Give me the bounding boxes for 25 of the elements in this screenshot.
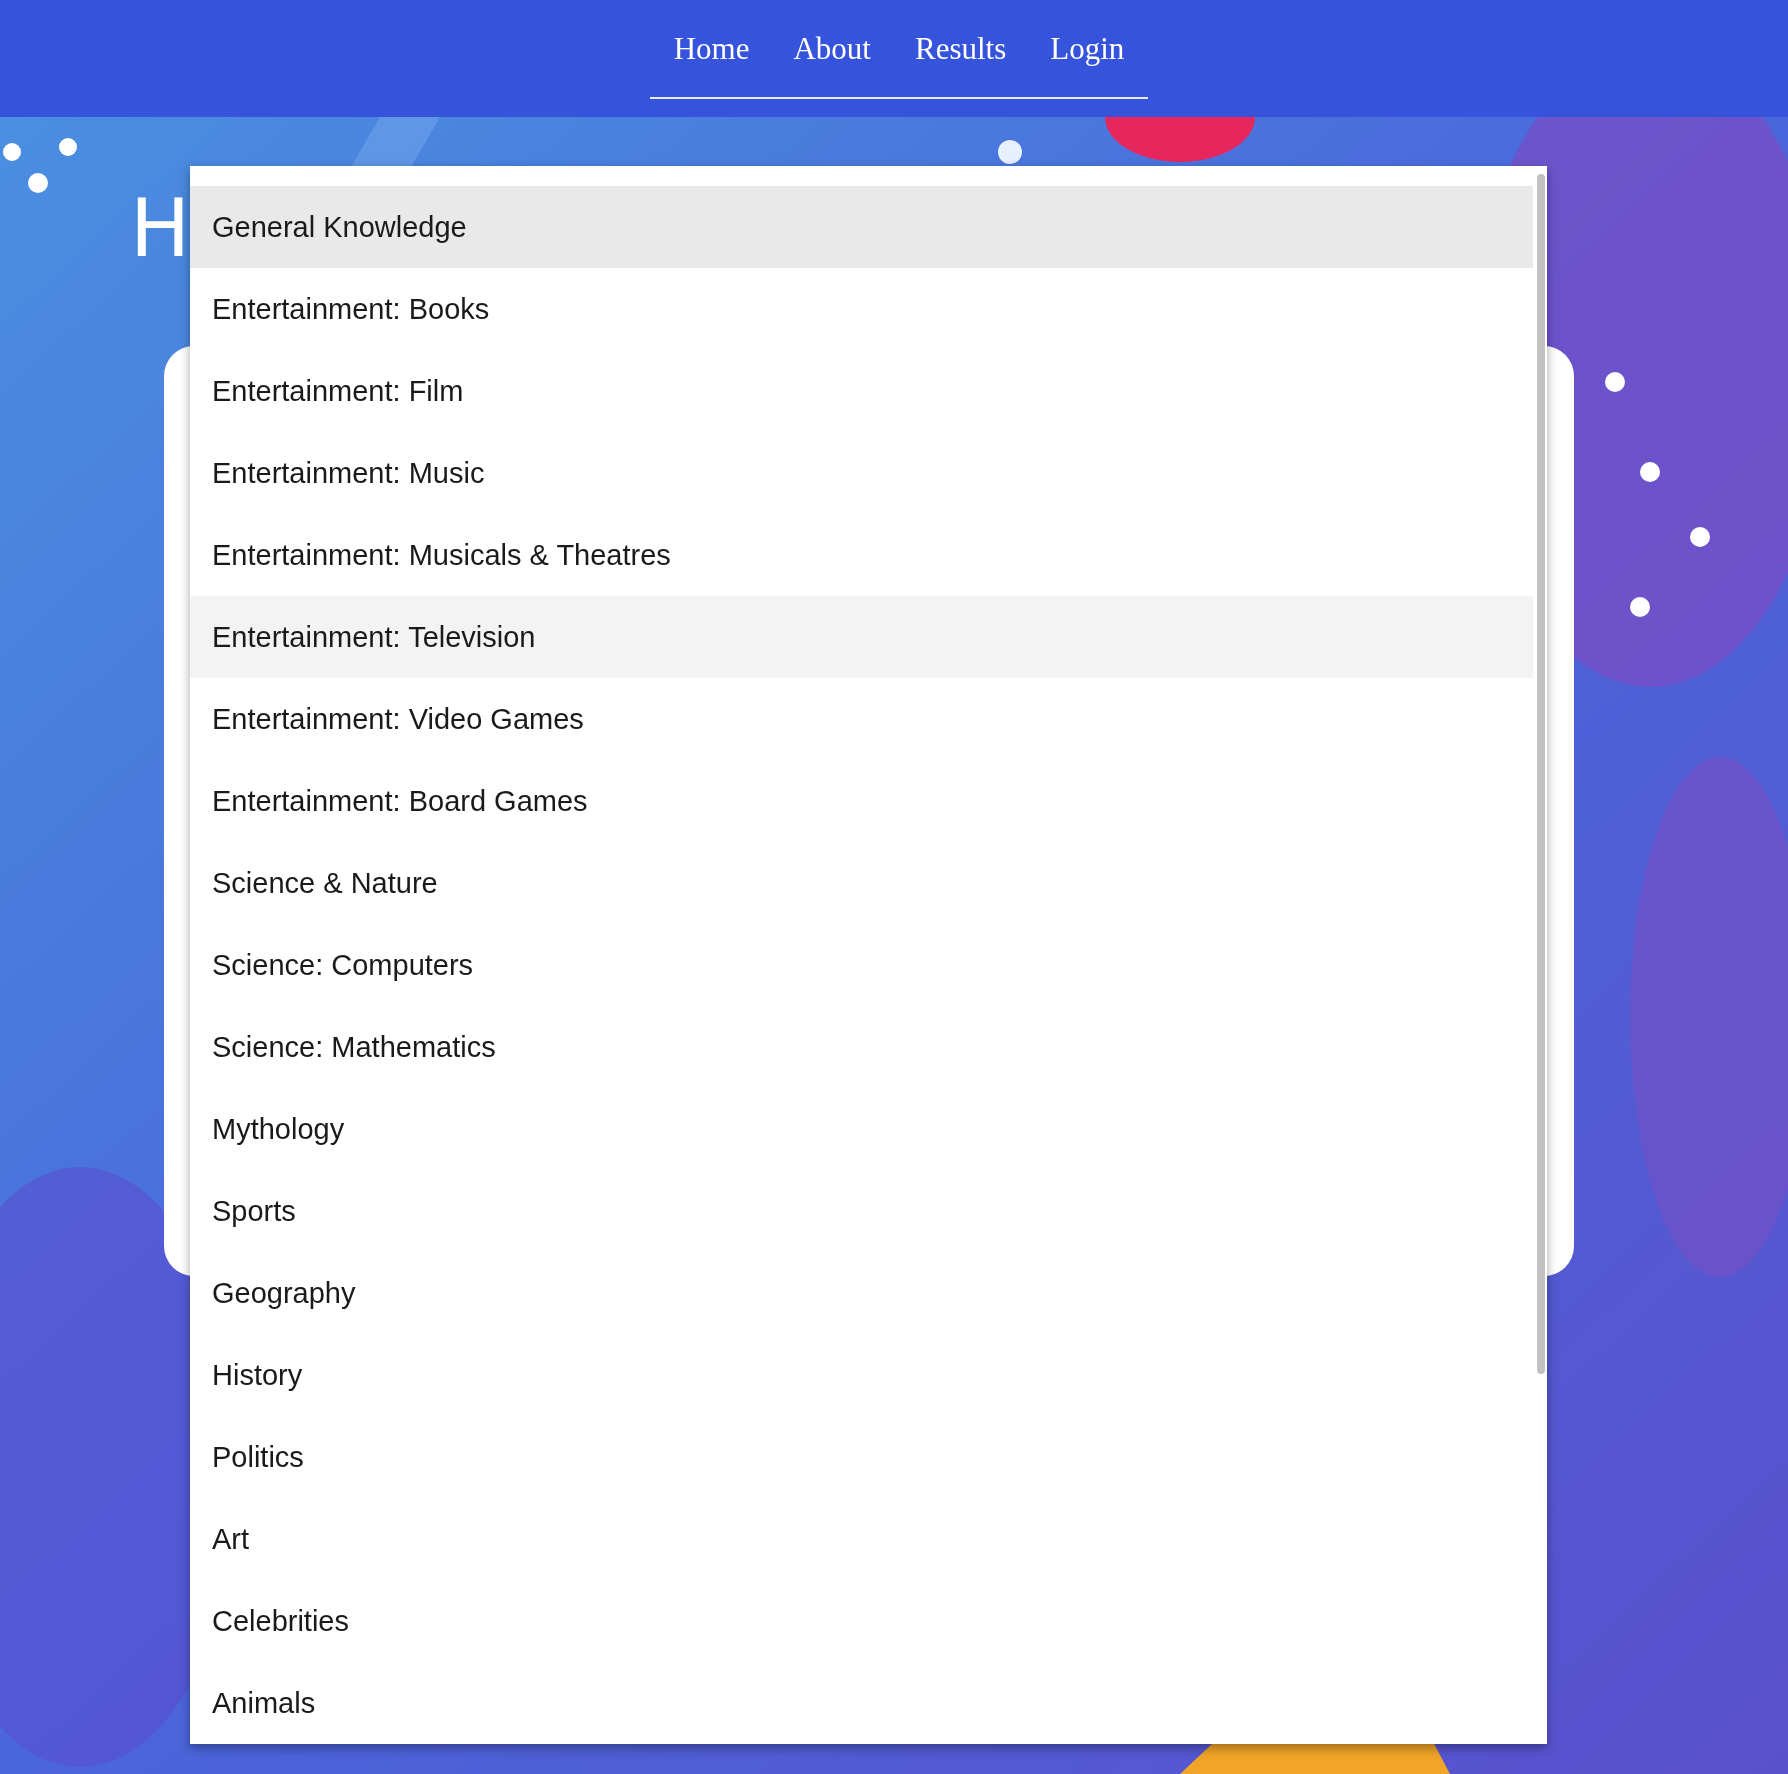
dropdown-option[interactable]: Entertainment: Film <box>190 350 1533 432</box>
dropdown-option[interactable]: Animals <box>190 1662 1533 1744</box>
dropdown-option[interactable]: Science: Computers <box>190 924 1533 1006</box>
dropdown-option[interactable]: History <box>190 1334 1533 1416</box>
dropdown-option[interactable]: Entertainment: Music <box>190 432 1533 514</box>
scrollbar[interactable] <box>1537 174 1545 1374</box>
dropdown-option[interactable]: Sports <box>190 1170 1533 1252</box>
dropdown-option[interactable]: Celebrities <box>190 1580 1533 1662</box>
dropdown-option[interactable]: Entertainment: Board Games <box>190 760 1533 842</box>
nav-link[interactable]: Home <box>673 30 750 67</box>
nav-link[interactable]: About <box>793 30 871 67</box>
dropdown-option[interactable]: Entertainment: Television <box>190 596 1533 678</box>
nav-link[interactable]: Login <box>1050 30 1125 67</box>
dropdown-option[interactable]: Geography <box>190 1252 1533 1334</box>
nav-link[interactable]: Results <box>914 30 1007 67</box>
dropdown-option[interactable]: Entertainment: Musicals & Theatres <box>190 514 1533 596</box>
dropdown-option[interactable]: Art <box>190 1498 1533 1580</box>
dropdown-option[interactable]: Science: Mathematics <box>190 1006 1533 1088</box>
dropdown-option[interactable]: General Knowledge <box>190 186 1533 268</box>
dropdown-option[interactable]: Politics <box>190 1416 1533 1498</box>
dropdown-option[interactable]: Mythology <box>190 1088 1533 1170</box>
dropdown-option[interactable]: Entertainment: Video Games <box>190 678 1533 760</box>
dropdown-option[interactable]: Entertainment: Books <box>190 268 1533 350</box>
dropdown-option[interactable]: Science & Nature <box>190 842 1533 924</box>
page-title: H <box>130 189 191 269</box>
